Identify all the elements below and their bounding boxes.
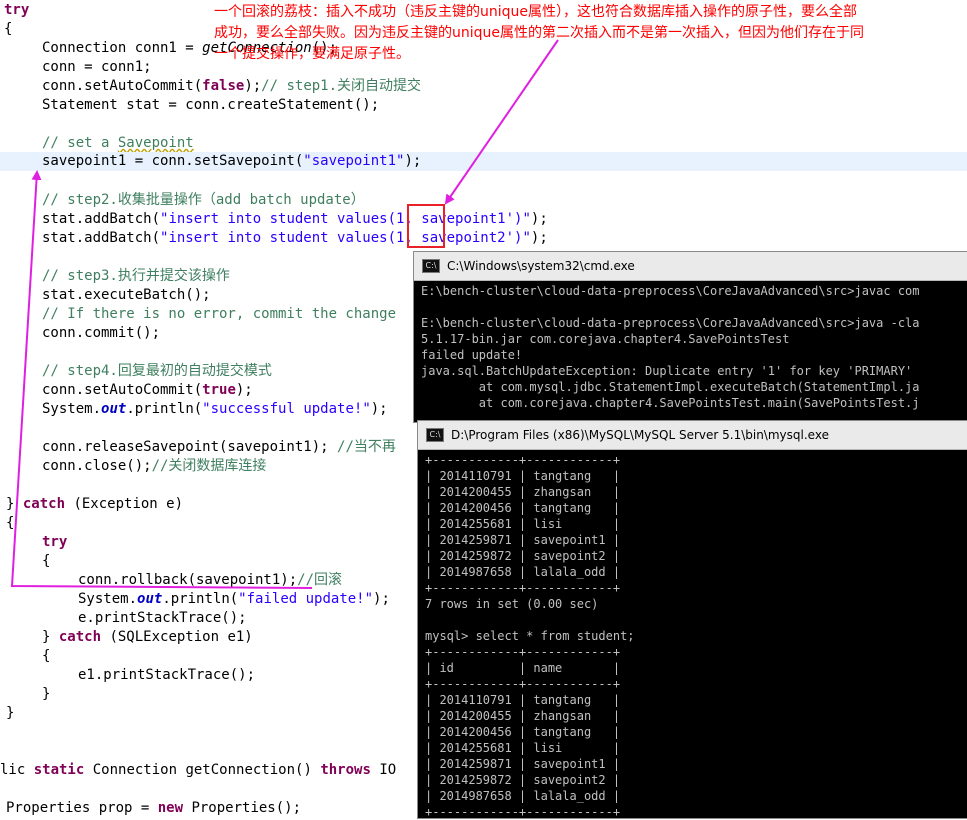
- console-line: | 2014200455 | zhangsan |: [425, 709, 621, 723]
- console-line: | 2014110791 | tangtang |: [425, 469, 621, 483]
- cmd-titlebar[interactable]: C:\ C:\Windows\system32\cmd.exe: [414, 252, 967, 281]
- console-line: | 2014200456 | tangtang |: [425, 725, 621, 739]
- arrow-to-duplicate: [444, 39, 559, 205]
- console-line: E:\bench-cluster\cloud-data-preprocess\C…: [421, 316, 920, 330]
- console-line: 5.1.17-bin.jar com.corejava.chapter4.Sav…: [421, 332, 790, 346]
- console-line: | id | name |: [425, 661, 621, 675]
- console-line: | 2014259871 | savepoint1 |: [425, 757, 621, 771]
- console-line: +------------+------------+: [425, 677, 621, 691]
- console-line: | 2014255681 | lisi |: [425, 517, 621, 531]
- console-line: | 2014200456 | tangtang |: [425, 501, 621, 515]
- arrow-rollback-to-savepoint: [10, 170, 313, 589]
- cmd-window[interactable]: C:\ C:\Windows\system32\cmd.exe E:\bench…: [413, 251, 967, 423]
- mysql-title: D:\Program Files (x86)\MySQL\MySQL Serve…: [451, 428, 829, 442]
- console-line: at com.corejava.chapter4.SavePointsTest.…: [421, 396, 920, 410]
- console-line: | 2014110791 | tangtang |: [425, 693, 621, 707]
- console-line: mysql> select * from student;: [425, 629, 635, 643]
- cmd-title: C:\Windows\system32\cmd.exe: [447, 259, 635, 273]
- mysql-output[interactable]: +------------+------------+ | 2014110791 …: [418, 450, 967, 820]
- console-line: +------------+------------+: [425, 453, 621, 467]
- mysql-titlebar[interactable]: C:\ D:\Program Files (x86)\MySQL\MySQL S…: [418, 421, 967, 450]
- console-line: | 2014200455 | zhangsan |: [425, 485, 621, 499]
- console-line: +------------+------------+: [425, 645, 621, 659]
- terminal-icon: C:\: [422, 259, 440, 273]
- console-line: at com.mysql.jdbc.StatementImpl.executeB…: [421, 380, 920, 394]
- mysql-window[interactable]: C:\ D:\Program Files (x86)\MySQL\MySQL S…: [417, 420, 967, 819]
- console-line: | 2014987658 | lalala_odd |: [425, 789, 621, 803]
- console-line: E:\bench-cluster\cloud-data-preprocess\C…: [421, 284, 920, 298]
- console-line: | 2014259872 | savepoint2 |: [425, 549, 621, 563]
- console-line: 7 rows in set (0.00 sec): [425, 597, 599, 611]
- console-line: failed update!: [421, 348, 523, 362]
- console-line: java.sql.BatchUpdateException: Duplicate…: [421, 364, 913, 378]
- cmd-output[interactable]: E:\bench-cluster\cloud-data-preprocess\C…: [414, 281, 967, 411]
- console-line: | 2014259872 | savepoint2 |: [425, 773, 621, 787]
- console-line: | 2014255681 | lisi |: [425, 741, 621, 755]
- terminal-icon: C:\: [426, 428, 444, 442]
- console-line: | 2014987658 | lalala_odd |: [425, 565, 621, 579]
- console-line: | 2014259871 | savepoint1 |: [425, 533, 621, 547]
- console-line: +------------+------------+: [425, 581, 621, 595]
- console-line: +------------+------------+: [425, 805, 621, 819]
